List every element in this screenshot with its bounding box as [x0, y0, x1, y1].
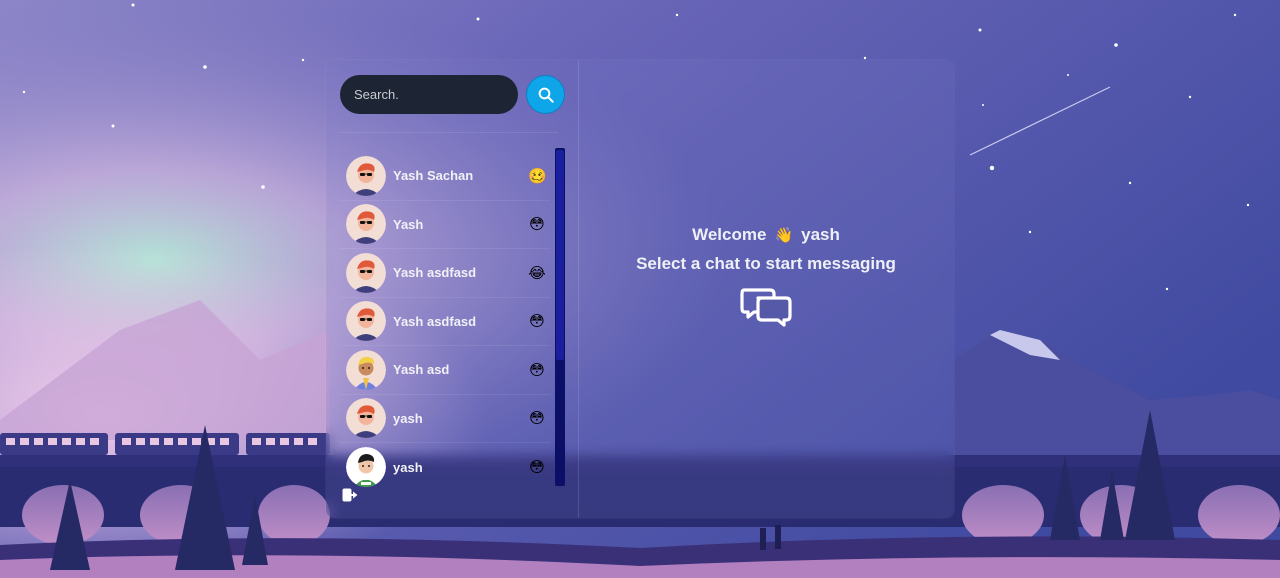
conversation-emoji: 😳 — [529, 215, 545, 234]
search-button[interactable] — [526, 75, 565, 114]
conversation-name: yash — [393, 459, 423, 475]
conversation-name: Yash asdfasd — [393, 313, 477, 329]
welcome-area: Welcome 👋 yash Select a chat to start me… — [578, 60, 954, 518]
conversation-emoji: 😳 — [529, 312, 545, 331]
welcome-line: Welcome 👋 yash — [692, 225, 840, 245]
search-input[interactable] — [340, 75, 518, 114]
avatar — [346, 349, 386, 390]
conversation-name: Yash — [393, 216, 424, 232]
conversation-name: Yash asdfasd — [393, 265, 477, 281]
avatar — [346, 204, 386, 245]
conversation-emoji: 😳 — [529, 360, 545, 379]
search-bar — [340, 75, 565, 114]
conversation-item[interactable]: Yash Sachan 🥴 — [340, 152, 550, 201]
conversation-name: Yash Sachan — [393, 168, 474, 184]
conversation-item[interactable]: yash 😳 — [340, 395, 550, 443]
welcome-subtitle: Select a chat to start messaging — [636, 254, 896, 273]
conversation-emoji: 😳 — [529, 409, 545, 428]
conversation-item[interactable]: Yash asdfasd 😳 — [340, 298, 550, 346]
conversation-item[interactable]: Yash asdfasd 😂 — [340, 249, 550, 298]
scrollbar-thumb[interactable] — [556, 150, 564, 360]
welcome-username: yash — [801, 225, 840, 244]
logout-icon — [342, 488, 358, 502]
conversation-emoji: 😂 — [528, 263, 546, 282]
wave-emoji: 👋 — [774, 226, 794, 244]
conversation-emoji: 🥴 — [528, 166, 547, 185]
conversation-name: yash — [393, 410, 423, 426]
conversation-emoji: 😳 — [529, 458, 545, 477]
chat-bubbles-icon — [740, 286, 792, 333]
conversation-scrollbar[interactable] — [555, 148, 565, 486]
conversation-name: Yash asd — [393, 362, 450, 378]
sidebar: Yash Sachan 🥴 Yash 😳 — [326, 60, 579, 518]
welcome-greeting: Welcome — [692, 225, 767, 244]
logout-button[interactable] — [342, 488, 358, 502]
conversation-item[interactable]: Yash asd 😳 — [340, 346, 550, 395]
chat-panel: Yash Sachan 🥴 Yash 😳 — [326, 60, 954, 518]
avatar — [346, 301, 386, 342]
search-icon — [538, 87, 554, 103]
conversation-item[interactable]: Yash 😳 — [340, 201, 550, 249]
conversation-list: Yash Sachan 🥴 Yash 😳 Yash asdfasd 😂 Yash… — [340, 152, 550, 488]
divider — [340, 132, 558, 133]
conversation-item[interactable]: yash 😳 — [340, 443, 550, 492]
avatar — [346, 155, 386, 196]
avatar — [346, 252, 386, 293]
avatar — [346, 398, 386, 439]
avatar — [346, 447, 386, 488]
